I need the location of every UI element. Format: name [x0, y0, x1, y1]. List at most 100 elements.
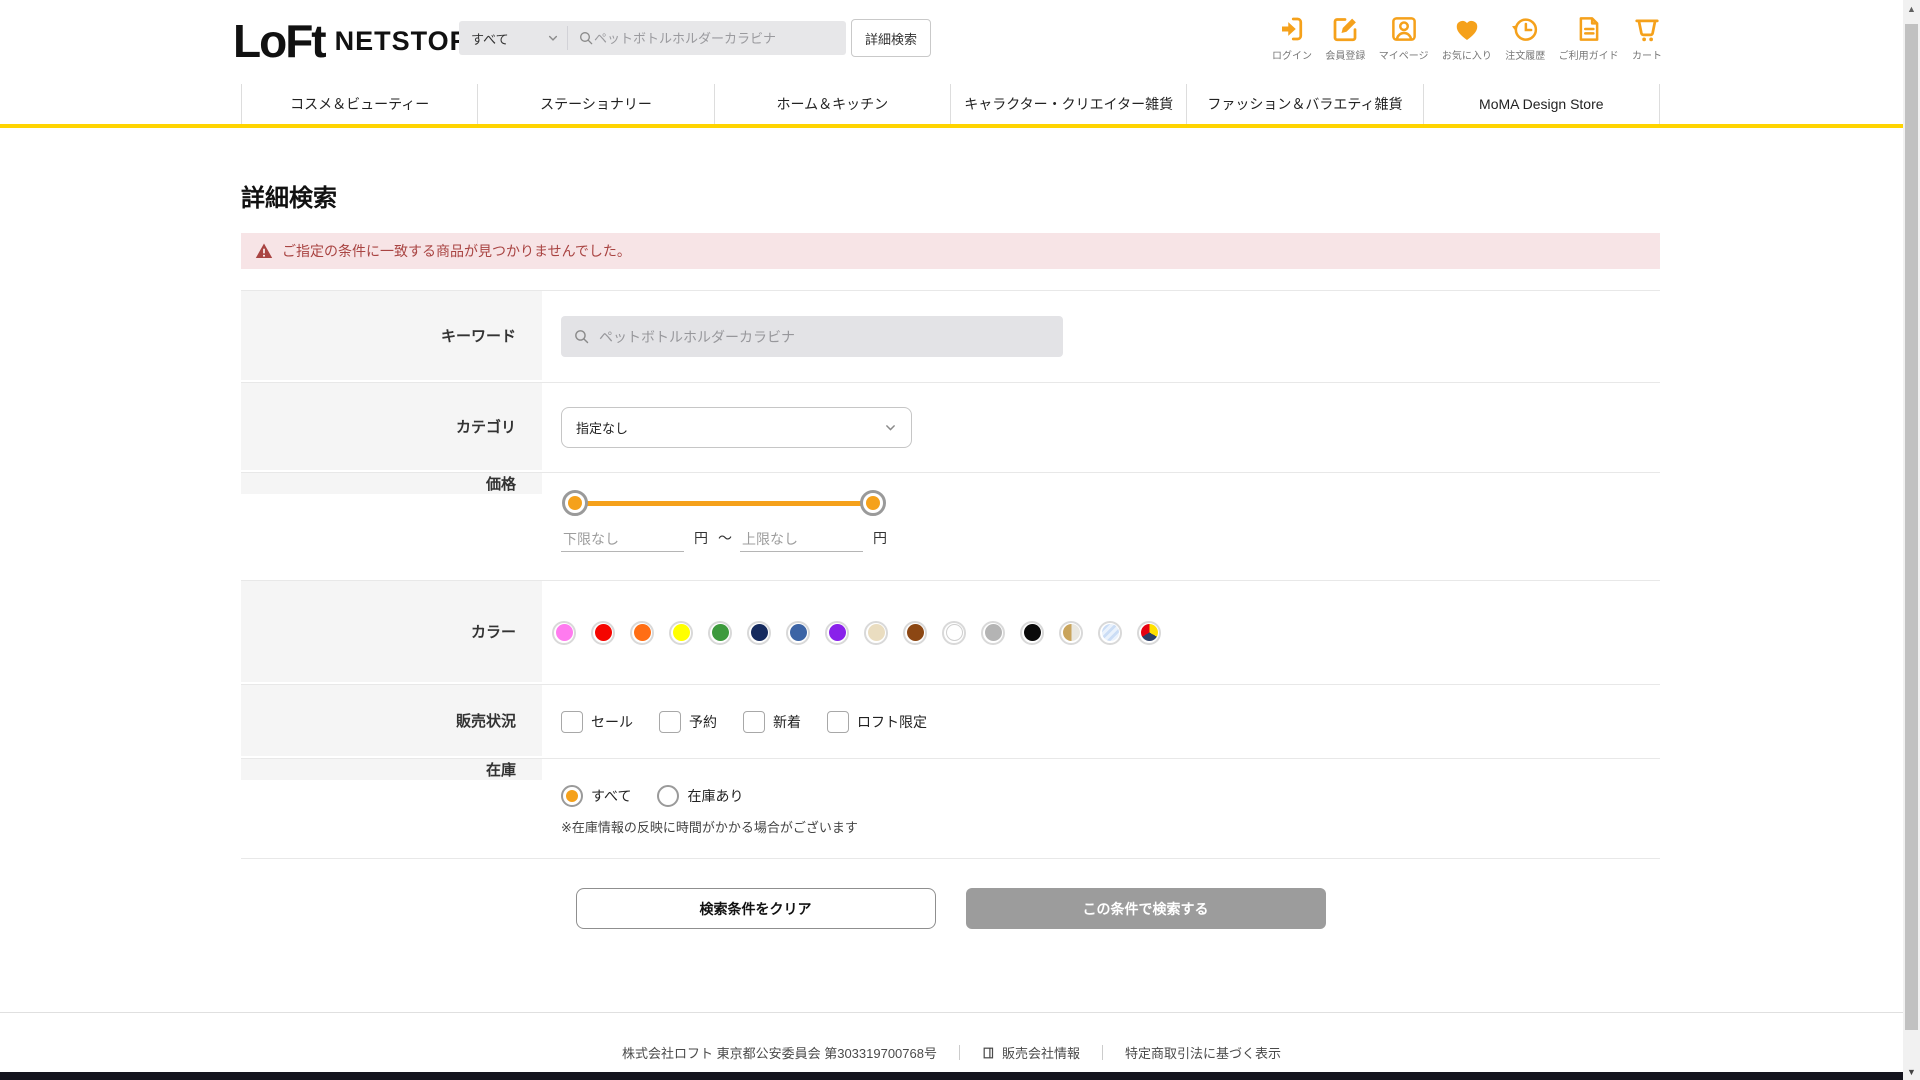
footer-tokushoho-link[interactable]: 特定商取引法に基づく表示 [1125, 1043, 1281, 1062]
nav-item-stationery[interactable]: ステーショナリー [477, 84, 713, 124]
no-results-alert: ご指定の条件に一致する商品が見つかりませんでした。 [241, 233, 1660, 269]
stock-available-radio[interactable] [657, 785, 679, 807]
scrollbar-down-arrow[interactable]: ▼ [1903, 1063, 1920, 1080]
color-swatch-pink[interactable] [552, 621, 576, 645]
mypage-label: マイページ [1379, 47, 1429, 62]
color-swatch-navy[interactable] [747, 621, 771, 645]
login-icon [1277, 14, 1307, 44]
color-swatch-yellow[interactable] [669, 621, 693, 645]
color-swatch-purple[interactable] [825, 621, 849, 645]
stock-row: 在庫 すべて 在庫あり ※在庫情報の反映に時間がかかる場合がございます [241, 759, 1660, 859]
color-swatch-multicolor[interactable] [1137, 621, 1161, 645]
footer-company-text: 株式会社ロフト 東京都公安委員会 第303319700768号 [622, 1043, 937, 1062]
radio-stock-available[interactable]: 在庫あり [657, 785, 743, 807]
sales-status-label: 販売状況 [241, 685, 542, 758]
color-swatch-black[interactable] [1020, 621, 1044, 645]
loft-netstore-logo[interactable]: LoFt NETSTORE [233, 18, 489, 64]
preorder-checkbox-label: 予約 [689, 712, 717, 732]
register-icon [1330, 14, 1360, 44]
color-swatch-orange[interactable] [630, 621, 654, 645]
color-swatch-green[interactable] [708, 621, 732, 645]
price-min-input[interactable] [561, 529, 684, 552]
nav-item-cosme-beauty[interactable]: コスメ＆ビューティー [241, 84, 477, 124]
guide-link[interactable]: ご利用ガイド [1559, 14, 1619, 62]
header-quick-links: ログイン 会員登録 マイページ お気に入り 注文履歴 ご利用ガイド カート [1272, 14, 1662, 62]
footer-separator [959, 1045, 960, 1060]
form-actions: 検索条件をクリア この条件で検索する [241, 888, 1660, 929]
price-max-input[interactable] [740, 529, 863, 552]
favorites-link[interactable]: お気に入り [1442, 14, 1492, 62]
color-swatch-gold-silver[interactable] [1059, 621, 1083, 645]
cart-link[interactable]: カート [1632, 14, 1662, 62]
price-separator: ～ [718, 528, 732, 548]
order-history-link[interactable]: 注文履歴 [1505, 14, 1545, 62]
color-swatch-brown[interactable] [903, 621, 927, 645]
header-search-input[interactable] [594, 31, 834, 46]
keyword-input-box [561, 316, 1063, 357]
new-checkbox-label: 新着 [773, 712, 801, 732]
nav-item-character-creator[interactable]: キャラクター・クリエイター雑貨 [950, 84, 1186, 124]
color-swatch-beige[interactable] [864, 621, 888, 645]
checkbox-new[interactable]: 新着 [743, 711, 801, 733]
price-slider-max-handle[interactable] [860, 490, 886, 516]
color-swatch-blue[interactable] [786, 621, 810, 645]
category-select-value: 指定なし [576, 418, 628, 437]
radio-stock-all[interactable]: すべて [561, 785, 631, 807]
favorites-label: お気に入り [1442, 47, 1492, 62]
stock-all-radio[interactable] [561, 785, 583, 807]
stock-all-radio-label: すべて [591, 786, 631, 806]
checkbox-preorder[interactable]: 予約 [659, 711, 717, 733]
category-nav-bar: コスメ＆ビューティー ステーショナリー ホーム＆キッチン キャラクター・クリエイ… [0, 84, 1903, 128]
nav-item-fashion-variety[interactable]: ファッション＆バラエティ雑貨 [1186, 84, 1422, 124]
footer-tokushoho-label: 特定商取引法に基づく表示 [1125, 1043, 1281, 1062]
cart-icon [1632, 14, 1662, 44]
color-swatch-red[interactable] [591, 621, 615, 645]
loft-limited-checkbox[interactable] [827, 711, 849, 733]
advanced-search-button[interactable]: 詳細検索 [851, 19, 931, 57]
color-swatch-white[interactable] [942, 621, 966, 645]
cart-label: カート [1632, 47, 1662, 62]
scrollbar-up-arrow[interactable]: ▲ [1903, 0, 1920, 17]
header-search-field [568, 21, 846, 55]
sale-checkbox[interactable] [561, 711, 583, 733]
footer-separator [1102, 1045, 1103, 1060]
search-category-select[interactable]: すべて [459, 21, 567, 55]
stock-available-radio-label: 在庫あり [687, 786, 743, 806]
bottom-dark-band [0, 1072, 1903, 1080]
price-slider-min-handle[interactable] [562, 490, 588, 516]
category-label: カテゴリ [241, 383, 542, 472]
checkbox-sale[interactable]: セール [561, 711, 633, 733]
keyword-row: キーワード [241, 291, 1660, 383]
checkbox-loft-limited[interactable]: ロフト限定 [827, 711, 927, 733]
search-with-conditions-button[interactable]: この条件で検索する [966, 888, 1326, 929]
category-select[interactable]: 指定なし [561, 407, 912, 448]
search-icon [573, 328, 590, 345]
scrollbar[interactable]: ▲ ▼ [1903, 0, 1920, 1080]
price-label: 価格 [241, 473, 542, 496]
guide-icon [1574, 14, 1604, 44]
preorder-checkbox[interactable] [659, 711, 681, 733]
guide-label: ご利用ガイド [1559, 47, 1619, 62]
price-range-slider[interactable] [575, 501, 873, 506]
mypage-link[interactable]: マイページ [1379, 14, 1429, 62]
sale-checkbox-label: セール [591, 712, 633, 732]
nav-item-moma-design-store[interactable]: MoMA Design Store [1423, 84, 1660, 124]
nav-item-home-kitchen[interactable]: ホーム＆キッチン [714, 84, 950, 124]
keyword-input[interactable] [599, 329, 1051, 345]
footer-seller-info-link[interactable]: 販売会社情報 [982, 1043, 1080, 1062]
clear-conditions-button[interactable]: 検索条件をクリア [576, 888, 936, 929]
footer: 株式会社ロフト 東京都公安委員会 第303319700768号 販売会社情報 特… [0, 1012, 1903, 1062]
color-swatch-row [552, 621, 1161, 645]
search-icon [578, 30, 594, 46]
order-history-label: 注文履歴 [1505, 47, 1545, 62]
chevron-down-icon [884, 421, 897, 434]
new-checkbox[interactable] [743, 711, 765, 733]
scrollbar-thumb[interactable] [1905, 24, 1918, 1030]
color-swatch-gray[interactable] [981, 621, 1005, 645]
login-link[interactable]: ログイン [1272, 14, 1312, 62]
price-max-unit: 円 [873, 528, 887, 548]
color-swatch-clear[interactable] [1098, 621, 1122, 645]
color-row: カラー [241, 581, 1660, 685]
search-form: キーワード カテゴリ 指定なし 価格 [241, 290, 1660, 859]
register-link[interactable]: 会員登録 [1325, 14, 1365, 62]
